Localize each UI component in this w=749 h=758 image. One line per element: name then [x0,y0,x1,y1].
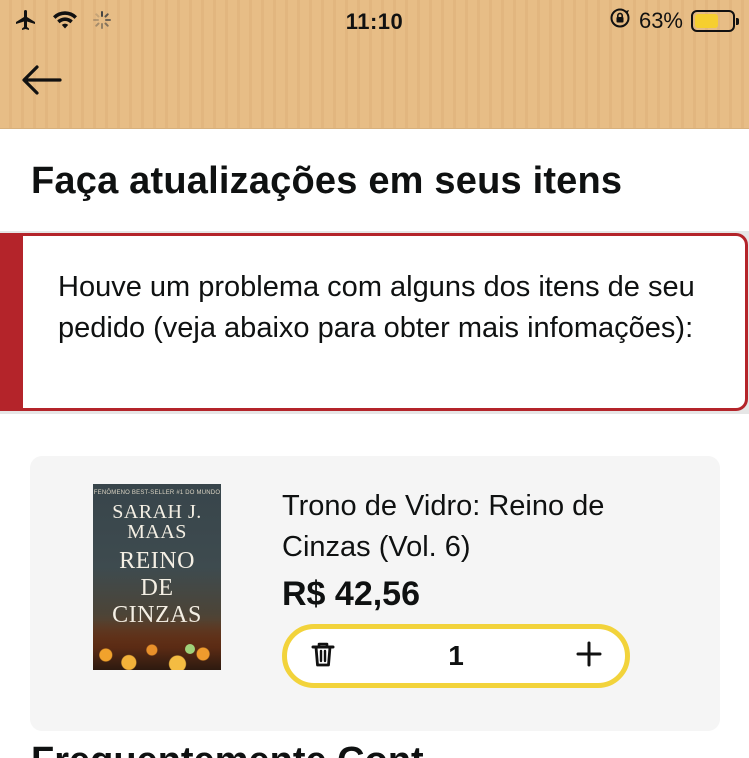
battery-percentage: 63% [638,7,683,33]
quantity-value: 1 [448,640,464,671]
cover-title-line2: DE [140,575,174,601]
trash-icon [308,639,338,674]
cover-author-line2: MAAS [127,521,187,543]
increase-quantity-button[interactable] [559,629,619,683]
error-alert: Houve um problema com alguns dos itens d… [0,233,748,411]
battery-icon [691,9,739,32]
delete-item-button[interactable] [293,629,353,683]
status-bar: 11:10 63% [0,0,749,42]
product-card: FENÔMENO BEST-SELLER #1 DO MUNDO SARAH J… [30,456,720,731]
alert-message: Houve um problema com alguns dos itens d… [58,271,695,344]
quantity-stepper: 1 [282,624,630,688]
plus-icon [575,640,603,673]
product-image[interactable]: FENÔMENO BEST-SELLER #1 DO MUNDO SARAH J… [92,483,222,671]
rotation-lock-icon [609,7,631,34]
cover-title: REINO DE CINZAS [93,548,221,629]
arrow-left-icon [20,64,62,101]
cover-tagline: FENÔMENO BEST-SELLER #1 DO MUNDO [93,490,221,496]
product-price: R$ 42,56 [282,575,420,613]
next-section-heading: Frequentemente Cont... [31,740,455,758]
cover-author: SARAH J. MAAS [93,502,221,542]
cover-title-line1: REINO [119,548,195,574]
publisher-logo [185,644,195,654]
page-title: Faça atualizações em seus itens [31,160,623,202]
book-cover: FENÔMENO BEST-SELLER #1 DO MUNDO SARAH J… [93,484,221,670]
cover-author-line1: SARAH J. [112,501,202,523]
cover-flowers-illustration [93,620,221,670]
battery-cap [736,17,739,25]
status-right-icons: 63% [609,7,739,34]
battery-level-fill [695,13,718,28]
header-background: 11:10 63% [0,0,749,129]
back-button[interactable] [18,62,64,102]
product-title[interactable]: Trono de Vidro: Reino de Cinzas (Vol. 6) [282,486,682,568]
